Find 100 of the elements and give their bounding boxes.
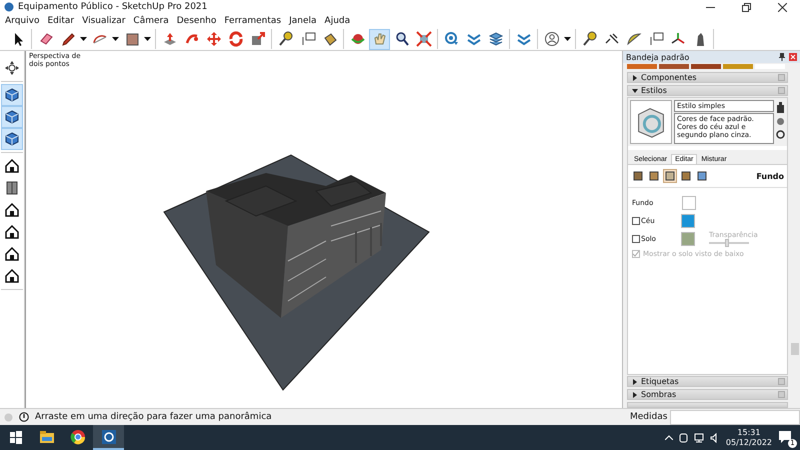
notification-icon[interactable]	[778, 430, 792, 444]
house-icon	[4, 268, 20, 284]
panel-title: Sombras	[641, 390, 678, 399]
rotate-icon	[228, 31, 244, 47]
paint-bucket-icon	[322, 31, 338, 47]
orbit-icon	[350, 31, 366, 47]
style-setting-button[interactable]	[631, 169, 645, 183]
folder-icon	[38, 428, 54, 444]
tape-measure-icon	[582, 31, 598, 47]
scrollbar[interactable]	[791, 343, 799, 355]
date: 05/12/2022	[726, 438, 772, 448]
menu-item[interactable]: Câmera	[129, 14, 173, 28]
box-icon	[633, 171, 643, 181]
refresh-icon[interactable]	[776, 130, 785, 139]
menu-item[interactable]: Arquivo	[1, 14, 44, 28]
box-icon	[665, 171, 675, 181]
panel-title: Estilos	[641, 86, 668, 95]
windows-logo-icon	[8, 428, 24, 444]
color-swatch[interactable]	[682, 196, 696, 210]
panel-header[interactable]: Sombras	[627, 389, 788, 400]
rectangle-icon	[124, 31, 140, 47]
house-icon	[4, 202, 20, 218]
eraser-icon	[38, 31, 54, 47]
house-icon	[4, 246, 20, 262]
panel-title: Componentes	[641, 73, 698, 82]
panel-header[interactable]: Etiquetas	[627, 376, 788, 387]
cube-icon	[4, 109, 20, 125]
menu-item[interactable]: Desenho	[172, 14, 220, 28]
taskbar-app-button[interactable]	[93, 425, 124, 450]
search-icon	[394, 31, 410, 47]
update-style-icon[interactable]	[776, 117, 785, 126]
protractor-icon	[626, 31, 642, 47]
material-swatch[interactable]	[755, 64, 785, 69]
house-icon	[4, 224, 20, 240]
check-icon	[633, 251, 639, 257]
caret-icon	[144, 37, 151, 41]
panel-header[interactable]: Componentes	[627, 72, 788, 83]
panel-header[interactable]: Estilos	[627, 85, 788, 96]
panel-title: Etiquetas	[641, 377, 680, 386]
pin-icon[interactable]	[779, 53, 785, 61]
style-setting-button[interactable]	[679, 169, 693, 183]
text-label-icon	[648, 31, 664, 47]
network-icon[interactable]	[694, 432, 704, 442]
house-icon	[4, 158, 20, 174]
clock[interactable]: 15:31 05/12/2022	[726, 428, 772, 448]
tool-button[interactable]	[1, 128, 23, 150]
status-message: Arraste em uma direção para fazer uma panorâmica	[35, 412, 273, 422]
door-panel-icon	[4, 180, 20, 196]
cube-icon	[4, 131, 20, 147]
move-arrows-icon	[206, 31, 222, 47]
four-way-arrow-icon	[4, 60, 20, 76]
app-logo-icon	[4, 2, 14, 12]
minimize-icon	[706, 6, 714, 8]
style-setting-button[interactable]	[647, 169, 661, 183]
section-title: Fundo	[756, 172, 784, 180]
browser-icon	[70, 428, 86, 444]
info-icon[interactable]	[19, 412, 29, 422]
tray-title: Bandeja padrão	[626, 52, 690, 62]
time: 15:31	[737, 428, 760, 438]
material-swatch[interactable]	[691, 64, 721, 69]
caret-icon	[564, 37, 571, 41]
material-swatch[interactable]	[659, 64, 689, 69]
menu-item[interactable]: Ferramentas	[220, 14, 286, 28]
box-icon	[681, 171, 691, 181]
caret-icon	[80, 37, 87, 41]
globe-download-icon	[444, 31, 460, 47]
material-swatch[interactable]	[723, 64, 753, 69]
box-icon	[697, 171, 707, 181]
person-circle-icon	[544, 31, 560, 47]
measurements-label: Medidas	[629, 412, 668, 422]
tape-measure-icon	[278, 31, 294, 47]
style-thumbnail-drawing	[630, 100, 672, 144]
box-icon	[649, 171, 659, 181]
pencil-icon	[60, 31, 76, 47]
create-style-icon[interactable]	[776, 102, 785, 113]
close-icon[interactable]	[789, 53, 797, 61]
caret-up-icon[interactable]	[664, 435, 673, 440]
color-swatch[interactable]	[681, 214, 695, 228]
tool-button[interactable]	[1, 84, 23, 106]
zoom-extents-icon	[416, 31, 432, 47]
color-swatch[interactable]	[681, 232, 695, 246]
menu-item[interactable]: Editar	[43, 14, 78, 28]
stack-icon	[488, 31, 504, 47]
measurements-field[interactable]	[670, 410, 800, 424]
restore-icon	[742, 2, 750, 12]
caret-icon	[112, 37, 119, 41]
style-setting-button[interactable]	[695, 169, 709, 183]
menu-item[interactable]: Janela	[285, 14, 321, 28]
camera-icon[interactable]	[678, 432, 688, 442]
push-pull-icon	[162, 31, 178, 47]
app-logo-icon	[100, 428, 116, 444]
scale-icon	[250, 31, 266, 47]
style-setting-button[interactable]	[663, 169, 677, 183]
menu-item[interactable]: Ajuda	[320, 14, 354, 28]
tool-button[interactable]	[1, 106, 23, 128]
menu-item[interactable]: Visualizar	[78, 14, 130, 28]
hand-icon	[372, 31, 388, 47]
material-swatch[interactable]	[627, 64, 657, 69]
checkbox[interactable]	[632, 235, 640, 243]
checkbox[interactable]	[632, 217, 640, 225]
